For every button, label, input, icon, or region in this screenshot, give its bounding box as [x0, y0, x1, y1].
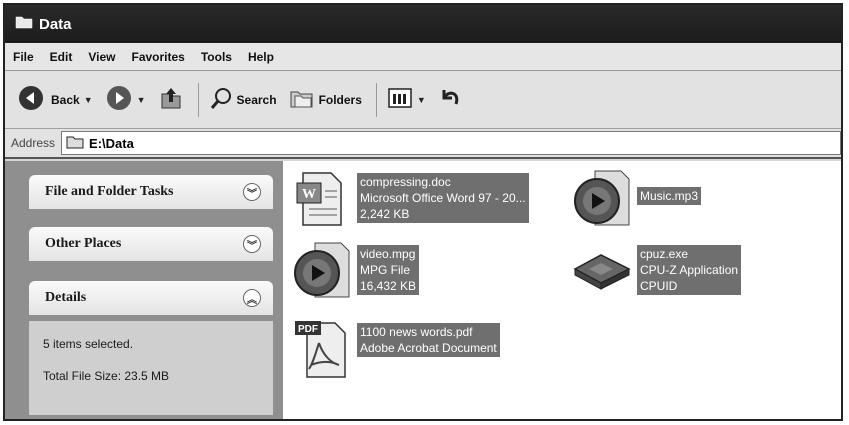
file-name: 1100 news words.pdf	[360, 325, 473, 339]
svg-text:PDF: PDF	[298, 324, 318, 335]
search-label: Search	[236, 92, 277, 107]
file-folder-tasks-title: File and Folder Tasks	[45, 184, 174, 199]
menu-edit[interactable]: Edit	[50, 50, 73, 64]
views-button[interactable]: ▼	[387, 87, 426, 112]
toolbar-separator	[375, 82, 377, 117]
file-labels: Music.mp3	[637, 187, 702, 205]
folders-icon	[289, 87, 315, 112]
details-title: Details	[45, 290, 87, 305]
file-type: Microsoft Office Word 97 - 20...	[360, 191, 526, 205]
file-labels: 1100 news words.pdf Adobe Acrobat Docume…	[357, 323, 500, 357]
folders-button[interactable]: Folders	[289, 87, 362, 112]
expand-chevron-icon[interactable]: ︾	[243, 235, 261, 253]
details-panel: 5 items selected. Total File Size: 23.5 …	[29, 321, 273, 415]
details-header[interactable]: Details ︽	[29, 281, 273, 315]
search-icon	[209, 86, 233, 113]
undo-icon	[438, 86, 462, 113]
address-path: E:\Data	[89, 135, 134, 151]
expand-chevron-icon[interactable]: ︾	[243, 183, 261, 201]
menu-file[interactable]: File	[13, 50, 34, 64]
file-name: Music.mp3	[640, 189, 699, 203]
toolbar-separator	[197, 82, 199, 117]
collapse-chevron-icon[interactable]: ︽	[243, 289, 261, 307]
file-folder-tasks-header[interactable]: File and Folder Tasks ︾	[29, 175, 273, 209]
file-item-compressing-doc[interactable]: W compressing.doc Microsoft Office Word …	[291, 169, 529, 231]
back-arrow-icon	[17, 84, 45, 115]
address-label: Address	[11, 136, 56, 150]
address-field[interactable]: E:\Data	[61, 131, 841, 155]
forward-button[interactable]: ▼	[105, 84, 146, 115]
file-item-cpuz-exe[interactable]: cpuz.exe CPU-Z Application CPUID	[571, 241, 742, 303]
application-icon	[571, 241, 637, 303]
media-file-icon	[291, 241, 357, 303]
word-document-icon: W	[291, 169, 357, 231]
folder-icon	[66, 135, 84, 152]
file-labels: video.mpg MPG File 16,432 KB	[357, 245, 420, 295]
pdf-document-icon: PDF	[291, 319, 357, 381]
file-type: Adobe Acrobat Document	[360, 341, 497, 355]
media-file-icon	[571, 169, 637, 231]
task-pane: File and Folder Tasks ︾ Other Places ︾ D…	[5, 161, 283, 419]
up-folder-button[interactable]	[158, 84, 184, 115]
search-button[interactable]: Search	[209, 86, 277, 113]
other-places-title: Other Places	[45, 236, 122, 251]
chevron-down-icon[interactable]: ▼	[84, 95, 93, 105]
file-type: MPG File	[360, 263, 411, 277]
file-size: 16,432 KB	[360, 279, 417, 293]
folders-label: Folders	[318, 92, 362, 107]
explorer-window: Data File Edit View Favorites Tools Help…	[3, 3, 843, 421]
chevron-down-icon[interactable]: ▼	[417, 95, 426, 105]
chevron-down-icon[interactable]: ▼	[137, 95, 146, 105]
file-item-video-mpg[interactable]: video.mpg MPG File 16,432 KB	[291, 241, 420, 303]
file-labels: compressing.doc Microsoft Office Word 97…	[357, 173, 529, 223]
back-button[interactable]: Back ▼	[17, 84, 93, 115]
menu-tools[interactable]: Tools	[201, 50, 232, 64]
file-labels: cpuz.exe CPU-Z Application CPUID	[637, 245, 742, 295]
file-size: CPUID	[640, 279, 678, 293]
address-bar: Address E:\Data	[5, 129, 841, 159]
menu-favorites[interactable]: Favorites	[131, 50, 184, 64]
toolbar: Back ▼ ▼ Search Folders ▼	[5, 71, 841, 129]
title-bar[interactable]: Data	[5, 5, 841, 43]
views-icon	[387, 87, 413, 112]
menu-bar: File Edit View Favorites Tools Help	[5, 43, 841, 71]
file-name: cpuz.exe	[640, 247, 689, 261]
file-item-news-words-pdf[interactable]: PDF 1100 news words.pdf Adobe Acrobat Do…	[291, 319, 500, 381]
file-name: compressing.doc	[360, 175, 451, 189]
file-name: video.mpg	[360, 247, 416, 261]
file-item-music-mp3[interactable]: Music.mp3	[571, 169, 702, 231]
other-places-header[interactable]: Other Places ︾	[29, 227, 273, 261]
forward-arrow-icon	[105, 84, 133, 115]
svg-text:W: W	[302, 187, 316, 202]
window-title: Data	[39, 15, 72, 33]
file-list: W compressing.doc Microsoft Office Word …	[283, 161, 841, 419]
total-size-text: Total File Size: 23.5 MB	[43, 369, 170, 383]
items-selected-text: 5 items selected.	[43, 337, 134, 351]
folder-icon	[15, 15, 33, 33]
file-type: CPU-Z Application	[640, 263, 739, 277]
file-size: 2,242 KB	[360, 207, 410, 221]
back-label: Back	[51, 92, 80, 107]
menu-help[interactable]: Help	[248, 50, 274, 64]
menu-view[interactable]: View	[88, 50, 115, 64]
undo-button[interactable]	[438, 86, 462, 113]
up-folder-icon	[158, 84, 184, 115]
